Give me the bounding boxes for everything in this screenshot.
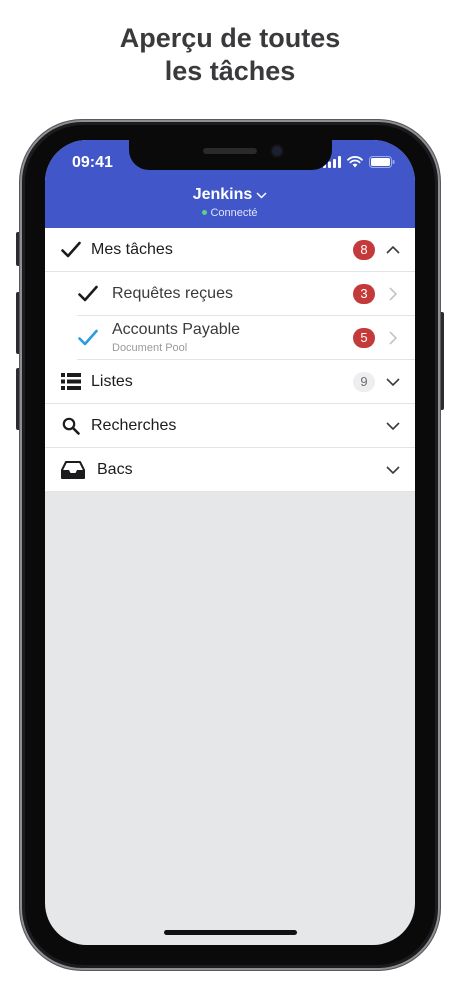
battery-icon (369, 156, 395, 168)
nav-item-searches[interactable]: Recherches (45, 404, 415, 448)
task-count-badge: 8 (353, 239, 375, 260)
nav-item-label: Recherches (91, 416, 177, 434)
nav-item-my-tasks[interactable]: Mes tâches 8 (45, 228, 415, 272)
nav-item-received-requests[interactable]: Requêtes reçues 3 (77, 272, 415, 316)
phone-screen: 09:41 Jenkins Connecté Mes tâches 8 Requ… (45, 140, 415, 945)
wifi-icon (347, 156, 363, 168)
home-indicator[interactable] (164, 930, 297, 935)
task-count-badge: 5 (353, 327, 375, 348)
chevron-down-icon[interactable] (385, 418, 401, 434)
connection-status: Connecté (45, 207, 415, 219)
account-name: Jenkins (192, 186, 253, 204)
status-dot-icon (202, 209, 208, 215)
page-title-line-2: les tâches (164, 56, 296, 86)
chevron-right-icon (385, 330, 401, 346)
front-camera (272, 146, 282, 156)
chevron-up-icon[interactable] (385, 242, 401, 258)
status-time: 09:41 (72, 154, 113, 171)
nav-item-accounts-payable[interactable]: Accounts Payable Document Pool 5 (77, 316, 415, 360)
checkmark-icon (77, 283, 99, 305)
inbox-tray-icon (60, 459, 86, 481)
connection-status-label: Connecté (210, 207, 258, 219)
chevron-down-icon[interactable] (385, 462, 401, 478)
nav-item-lists[interactable]: Listes 9 (45, 360, 415, 404)
page-title: Aperçu de toutes les tâches (0, 22, 460, 88)
chevron-right-icon (385, 286, 401, 302)
nav-item-caption: Document Pool (112, 342, 188, 354)
nav-item-bins[interactable]: Bacs (45, 448, 415, 492)
status-icons (323, 156, 395, 168)
nav-item-label: Requêtes reçues (112, 284, 233, 302)
nav-item-label: Accounts Payable (112, 321, 241, 338)
speaker-grill (203, 148, 257, 154)
nav-item-label: Listes (91, 372, 133, 390)
navigation-list: Mes tâches 8 Requêtes reçues 3 Accounts … (45, 228, 415, 492)
chevron-down-icon[interactable] (385, 374, 401, 390)
task-count-badge: 3 (353, 283, 375, 304)
account-switcher[interactable]: Jenkins (45, 186, 415, 204)
checkmark-blue-icon (77, 327, 99, 349)
nav-item-label: Mes tâches (91, 240, 173, 258)
checkmark-icon (60, 239, 82, 261)
search-icon (60, 415, 82, 437)
nav-item-label: Bacs (97, 460, 133, 478)
chevron-down-icon (256, 186, 267, 204)
notch (129, 140, 332, 170)
page-title-line-1: Aperçu de toutes (119, 23, 341, 53)
list-icon (60, 371, 82, 393)
list-count-badge: 9 (353, 371, 375, 392)
